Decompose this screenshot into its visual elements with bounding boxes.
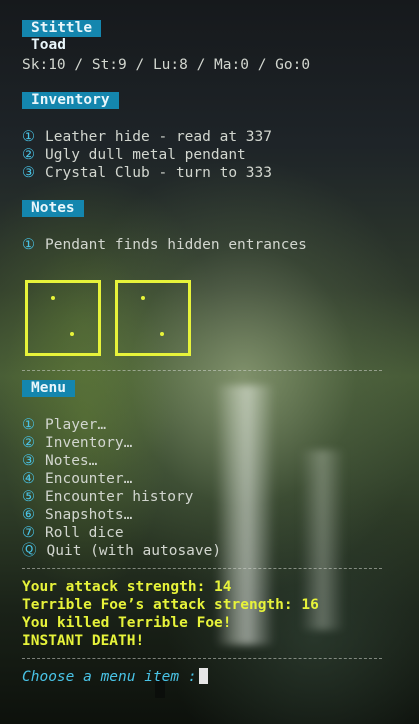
die-two [115,280,191,356]
menu-item-label: Notes… [45,453,98,469]
result-instant-death: INSTANT DEATH! [22,633,145,649]
menu-item-label: Snapshots… [45,507,133,523]
menu-item-encounter[interactable]: ④ Encounter… [22,470,132,488]
menu-item-number: ⑦ [22,525,35,541]
menu-item-roll-dice[interactable]: ⑦ Roll dice [22,524,124,542]
prompt-text: Choose a menu item : [22,669,197,685]
result-foe-attack: Terrible Foe’s attack strength: 16 [22,597,319,613]
menu-header: Menu [22,380,75,397]
menu-item-number: ⑥ [22,507,35,523]
menu-item-label: Roll dice [45,525,124,541]
separator [22,568,382,569]
menu-item-label: Encounter… [45,471,133,487]
note-item: ① Pendant finds hidden entrances [22,236,307,254]
inventory-header: Inventory [22,92,119,109]
inventory-item: ① Leather hide - read at 337 [22,128,272,146]
menu-item-number: ③ [22,453,35,469]
text-cursor[interactable] [198,668,208,684]
menu-item-label: Inventory… [45,435,133,451]
menu-item-notes[interactable]: ③ Notes… [22,452,97,470]
item-number: ② [22,147,35,163]
item-text: Ugly dull metal pendant [45,147,246,163]
menu-item-number: Ⓠ [22,543,37,559]
die-one [25,280,101,356]
menu-item-quit[interactable]: Ⓠ Quit (with autosave) [22,542,221,560]
die-pip [141,296,145,300]
menu-item-label: Encounter history [45,489,194,505]
result-foe-killed: You killed Terrible Foe! [22,615,232,631]
player-stats: Sk:10 / St:9 / Lu:8 / Ma:0 / Go:0 [22,57,311,73]
separator [22,370,382,371]
item-number: ③ [22,165,35,181]
menu-item-inventory[interactable]: ② Inventory… [22,434,132,452]
menu-item-number: ① [22,417,35,433]
menu-item-label: Player… [45,417,107,433]
die-pip [70,332,74,336]
menu-item-number: ④ [22,471,35,487]
menu-item-label: Quit (with autosave) [46,543,222,559]
item-text: Crystal Club - turn to 333 [45,165,272,181]
menu-item-player[interactable]: ① Player… [22,416,106,434]
die-pip [160,332,164,336]
note-text: Pendant finds hidden entrances [45,237,307,253]
notes-header: Notes [22,200,84,217]
result-your-attack: Your attack strength: 14 [22,579,232,595]
note-number: ① [22,237,35,253]
item-text: Leather hide - read at 337 [45,129,272,145]
command-prompt[interactable]: Choose a menu item : [22,668,208,686]
inventory-item: ③ Crystal Club - turn to 333 [22,164,272,182]
menu-item-encounter-history[interactable]: ⑤ Encounter history [22,488,193,506]
item-number: ① [22,129,35,145]
menu-item-snapshots[interactable]: ⑥ Snapshots… [22,506,132,524]
menu-item-number: ⑤ [22,489,35,505]
separator [22,658,382,659]
die-pip [51,296,55,300]
inventory-item: ② Ugly dull metal pendant [22,146,246,164]
player-name-header: Stittle Toad [22,20,102,53]
menu-item-number: ② [22,435,35,451]
